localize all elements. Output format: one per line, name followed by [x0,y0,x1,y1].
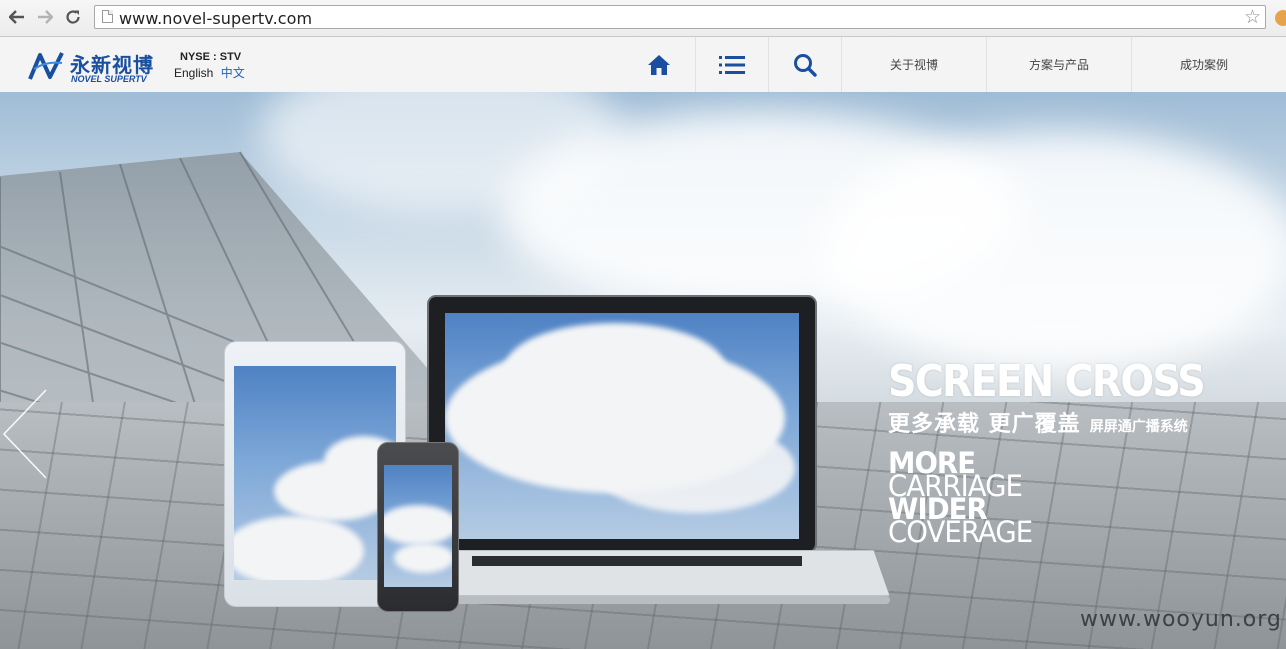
hero-word: COVERAGE [888,515,1033,549]
url-text[interactable]: www.novel-supertv.com [119,9,312,28]
sky-cloud [820,132,1286,372]
logo-english-text: NOVEL SUPERTV [71,74,147,84]
address-bar[interactable]: www.novel-supertv.com ☆ [94,5,1266,29]
carousel-prev-arrow-icon[interactable] [0,388,50,480]
nav-home[interactable] [622,37,695,92]
logo-mark-icon [28,52,64,80]
hero-cn-main: 更多承载 更广覆盖 [888,412,1081,437]
laptop-device-image [427,295,817,553]
site-header: 永新视博 NOVEL SUPERTV NYSE : STV English 中文… [0,37,1286,92]
hero-headline: SCREEN CROSS [888,356,1206,407]
reload-icon [66,10,80,24]
home-icon [647,54,670,75]
tablet-screen [234,366,396,580]
hero-banner[interactable]: SCREEN CROSS 更多承载 更广覆盖 屏屏通广播系统 MORE CARR… [0,92,1286,649]
nav-menu[interactable] [695,37,768,92]
lang-chinese-link[interactable]: 中文 [221,66,245,80]
nav-cases[interactable]: 成功案例 [1131,37,1276,92]
search-icon [794,53,817,77]
hero-cn-sub: 屏屏通广播系统 [1089,419,1188,435]
arrow-right-icon [38,10,53,24]
logo[interactable]: 永新视博 NOVEL SUPERTV [28,49,158,85]
stock-ticker: NYSE : STV [180,51,242,63]
laptop-keyboard-image [412,550,890,604]
browser-toolbar: www.novel-supertv.com ☆ [0,0,1286,37]
nav-cases-label: 成功案例 [1179,58,1228,72]
reload-button[interactable] [62,6,84,28]
watermark-text: www.wooyun.org [1080,607,1282,632]
language-switcher: English 中文 [174,64,245,81]
page-icon [102,10,113,23]
extension-icon[interactable] [1275,10,1286,26]
hero-slogan: SCREEN CROSS 更多承载 更广覆盖 屏屏通广播系统 MORE CARR… [888,356,1239,549]
phone-screen [384,465,452,587]
nav-search[interactable] [768,37,841,92]
nav-solutions[interactable]: 方案与产品 [986,37,1131,92]
hero-chinese-tagline: 更多承载 更广覆盖 屏屏通广播系统 [888,406,1239,438]
arrow-left-icon [9,10,24,24]
hero-words: MORE CARRIAGE WIDER COVERAGE [888,449,1239,549]
star-icon[interactable]: ☆ [1244,6,1261,29]
forward-button[interactable] [34,6,56,28]
nav-solutions-label: 方案与产品 [1028,58,1089,72]
lang-english-link[interactable]: English [174,66,213,80]
phone-device-image [377,442,459,612]
nav-about[interactable]: 关于视博 [841,37,986,92]
laptop-screen [445,313,799,539]
nav-about-label: 关于视博 [889,58,938,72]
back-button[interactable] [6,6,28,28]
list-icon [719,55,745,74]
